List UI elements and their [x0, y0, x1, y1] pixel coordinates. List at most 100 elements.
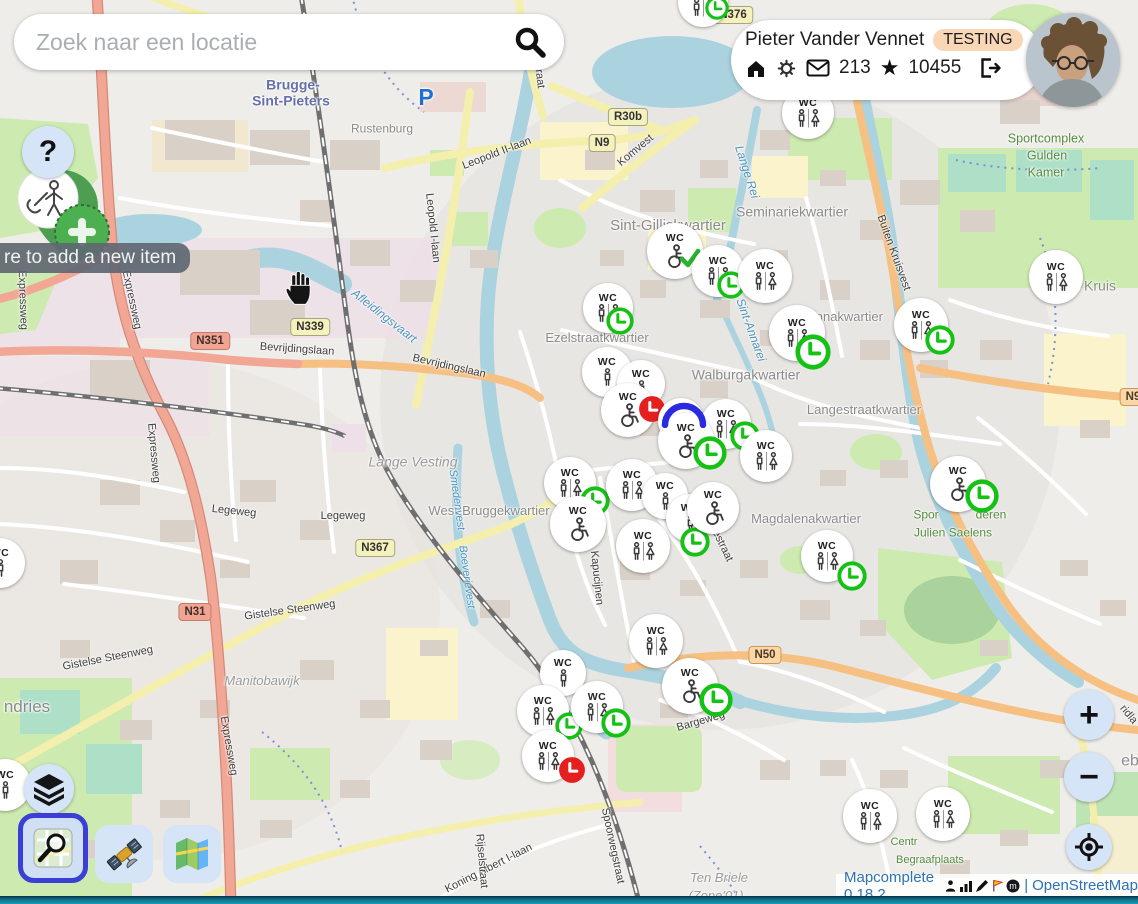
- map-marker-toilet[interactable]: WC: [0, 538, 25, 588]
- marker-wc-label: WC: [681, 668, 700, 679]
- marker-wc-label: WC: [534, 696, 553, 707]
- zoom-in-button[interactable]: +: [1064, 690, 1114, 740]
- map-label: Begraafplaats: [896, 855, 964, 867]
- messages-envelope-icon[interactable]: [806, 59, 830, 77]
- opening-hours-badge: [705, 0, 729, 20]
- opening-hours-badge: [837, 561, 867, 591]
- marker-wc-label: WC: [561, 468, 580, 479]
- layers-icon: [31, 772, 67, 806]
- map-label: Gistelse Steenweg: [244, 599, 336, 623]
- marker-wc-label: WC: [588, 692, 607, 703]
- geolocate-icon: [1074, 832, 1104, 862]
- marker-wc-label: WC: [656, 481, 675, 492]
- map-label: Rijselstraat: [473, 833, 489, 888]
- marker-wc-label: WC: [666, 233, 685, 244]
- community-icon[interactable]: [944, 879, 957, 893]
- map-label: Langestraatkwartier: [807, 403, 921, 417]
- map-label: Gistelse Steenweg: [62, 645, 154, 674]
- changesets-star-icon: ★: [880, 57, 900, 79]
- road-shield: N50: [748, 646, 781, 664]
- satellite-icon: [104, 834, 144, 874]
- help-button[interactable]: ?: [22, 126, 74, 178]
- map-label: eb: [1121, 754, 1138, 771]
- map-marker-toilet[interactable]: WC: [843, 789, 897, 843]
- marker-wc-label: WC: [912, 310, 931, 321]
- map-label: Expressweg: [15, 270, 29, 330]
- changesets-count: 10455: [908, 57, 961, 79]
- opening-hours-badge: [925, 325, 955, 355]
- map-marker-toilet[interactable]: WC: [738, 249, 792, 303]
- map-label: Expressweg: [119, 269, 143, 330]
- closed-hours-badge: [558, 756, 586, 784]
- map-label: Boeverievest: [456, 545, 476, 610]
- background-osm-button[interactable]: [18, 813, 88, 883]
- map-marker-toilet[interactable]: WC: [616, 519, 670, 573]
- opening-hours-badge: [965, 479, 999, 513]
- marker-wc-label: WC: [788, 318, 807, 329]
- search-bar: [14, 14, 564, 70]
- map-marker-toilet[interactable]: WC: [550, 496, 606, 552]
- marker-wc-label: WC: [647, 626, 666, 637]
- logout-icon[interactable]: [978, 57, 1002, 79]
- map-label: Lange Vesting: [369, 455, 458, 470]
- statistics-icon[interactable]: [959, 879, 973, 893]
- road-shield: N31: [178, 603, 211, 621]
- marker-wc-label: WC: [709, 256, 728, 267]
- marker-wc-label: WC: [539, 741, 558, 752]
- marker-wc-label: WC: [861, 801, 880, 812]
- osm-carto-icon: [33, 828, 73, 868]
- search-input[interactable]: [34, 28, 510, 57]
- map-label: Bevrijdingslaan: [411, 353, 486, 381]
- map-label: Leopold I-laan: [423, 193, 442, 264]
- zoom-in-label: +: [1079, 696, 1099, 735]
- map-marker-toilet[interactable]: WC: [1029, 250, 1083, 304]
- home-icon[interactable]: [745, 57, 767, 79]
- search-button[interactable]: [510, 22, 550, 62]
- map-label: Rustenburg: [351, 123, 413, 136]
- road-shield: N339: [290, 318, 330, 336]
- map-label: Bevrijdingslaan: [259, 342, 334, 359]
- messages-count: 213: [839, 57, 871, 79]
- map-label: Manitobawijk: [224, 674, 299, 688]
- marker-wc-label: WC: [949, 466, 968, 477]
- map-label: Smedenvest: [446, 469, 466, 531]
- opening-hours-badge: [601, 708, 631, 738]
- map-label: Leopold II-laan: [461, 136, 533, 173]
- map-marker-toilet[interactable]: WC: [740, 430, 792, 482]
- map-label: Seminariekwartier: [736, 205, 848, 220]
- openstreetmap-link[interactable]: OpenStreetMap: [1032, 877, 1138, 894]
- map-label: Afleidingsvaart: [349, 287, 419, 345]
- marker-wc-label: WC: [818, 541, 837, 552]
- marker-wc-label: WC: [0, 548, 9, 559]
- background-map-button[interactable]: [163, 825, 221, 883]
- user-panel[interactable]: Pieter Vander Vennet TESTING 213 ★ 10455: [731, 20, 1043, 100]
- map-label: Magdalenakwartier: [751, 512, 861, 526]
- map-marker-toilet[interactable]: WC: [629, 614, 683, 668]
- search-icon: [513, 25, 547, 59]
- road-shield: N9: [1120, 388, 1138, 406]
- map-label: Legeweg: [321, 511, 366, 523]
- attribution-bar: Mapcomplete 0.18.2 m | OpenStreetMap: [836, 874, 1138, 897]
- theme-logo-icon[interactable]: [991, 879, 1004, 893]
- settings-gear-icon[interactable]: [776, 58, 797, 79]
- map-marker-toilet[interactable]: WC: [916, 787, 970, 841]
- marker-wc-label: WC: [717, 409, 736, 420]
- layers-button[interactable]: [24, 764, 74, 814]
- background-satellite-button[interactable]: [95, 825, 153, 883]
- map-label: Legeweg: [211, 504, 257, 520]
- zoom-out-button[interactable]: −: [1064, 752, 1114, 802]
- edit-pencil-icon[interactable]: [975, 879, 989, 893]
- map-label: Sportcomplex: [1008, 132, 1084, 145]
- opening-hours-badge: [693, 436, 727, 470]
- user-avatar[interactable]: [1026, 13, 1120, 107]
- map-marker-toilet[interactable]: WC: [687, 482, 739, 534]
- opening-hours-badge: [795, 334, 831, 370]
- mastodon-icon[interactable]: m: [1006, 879, 1020, 893]
- map-label: Sint-Annarei: [734, 297, 768, 363]
- marker-wc-label: WC: [934, 799, 953, 810]
- geolocate-button[interactable]: [1066, 824, 1112, 870]
- marker-wc-label: WC: [569, 506, 588, 517]
- marker-wc-label: WC: [634, 531, 653, 542]
- map-label: Spor: [913, 509, 938, 522]
- world-map-icon: [172, 834, 212, 874]
